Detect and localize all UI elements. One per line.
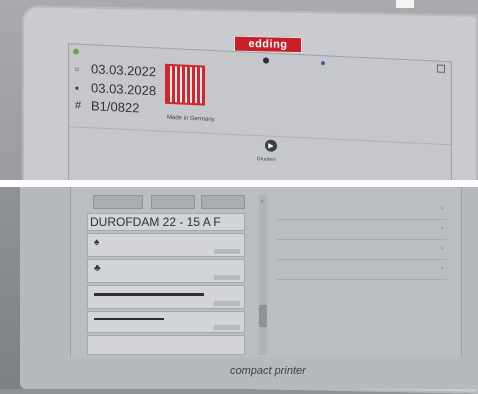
touch-screen-lower[interactable]: DUROFDAM 22 - 15 A F ♠ ♣ › › › › › [70, 187, 462, 357]
chevron-right-icon: › [441, 206, 443, 212]
chevron-right-icon: › [441, 266, 443, 272]
queue-row[interactable] [87, 335, 245, 355]
row-button[interactable] [214, 301, 240, 306]
settings-item[interactable]: › [277, 241, 447, 260]
fire-icon: ♠ [94, 237, 100, 248]
queue-row[interactable] [87, 311, 245, 333]
data-matrix-code [165, 63, 205, 106]
chevron-right-icon: › [441, 246, 443, 252]
made-in-label: Made in Germany [167, 114, 215, 124]
play-label: Drucken [257, 156, 276, 163]
scrollbar[interactable] [259, 195, 267, 355]
chevron-right-icon[interactable]: › [261, 199, 263, 205]
device-brand-label: compact printer [230, 365, 306, 377]
drop-icon: ▪ [75, 82, 79, 95]
settings-item[interactable]: › [277, 201, 447, 220]
menu-icon[interactable] [437, 64, 445, 73]
settings-item[interactable]: › [277, 261, 447, 280]
tab-1[interactable] [93, 195, 143, 209]
calendar-icon: ▫ [75, 63, 79, 76]
network-icon [263, 57, 269, 64]
row-button[interactable] [214, 275, 240, 280]
device-frame-lower: DUROFDAM 22 - 15 A F ♠ ♣ › › › › › compa… [20, 187, 478, 389]
label-line-1: 03.03.2022 [91, 61, 157, 80]
tab-2[interactable] [151, 195, 195, 209]
row-button[interactable] [214, 325, 240, 330]
queue-row[interactable]: ♣ [87, 259, 245, 283]
queue-row[interactable]: ♠ [87, 233, 245, 257]
image-seam [0, 180, 478, 187]
leaf-icon: ♣ [94, 263, 101, 274]
bluetooth-icon [321, 61, 325, 66]
row-button[interactable] [214, 249, 240, 254]
barcode-bar [94, 318, 164, 320]
queue-row[interactable]: DUROFDAM 22 - 15 A F [87, 213, 245, 231]
divider [69, 126, 451, 146]
hash-icon: # [75, 99, 82, 112]
status-dot-green [73, 48, 79, 55]
label-line-3: B1/0822 [91, 98, 140, 116]
play-button[interactable]: ▶ [265, 139, 277, 153]
settings-item[interactable]: › [277, 221, 447, 240]
tab-3[interactable] [201, 195, 245, 209]
label-line-2: 03.03.2028 [91, 80, 157, 99]
barcode-bar [94, 293, 204, 296]
queue-row-text: DUROFDAM 22 - 15 A F [90, 215, 221, 229]
scrollbar-thumb[interactable] [259, 305, 267, 327]
play-icon: ▶ [268, 142, 274, 150]
chevron-right-icon: › [441, 226, 443, 232]
queue-row[interactable] [87, 285, 245, 309]
wall-marker [396, 0, 414, 8]
